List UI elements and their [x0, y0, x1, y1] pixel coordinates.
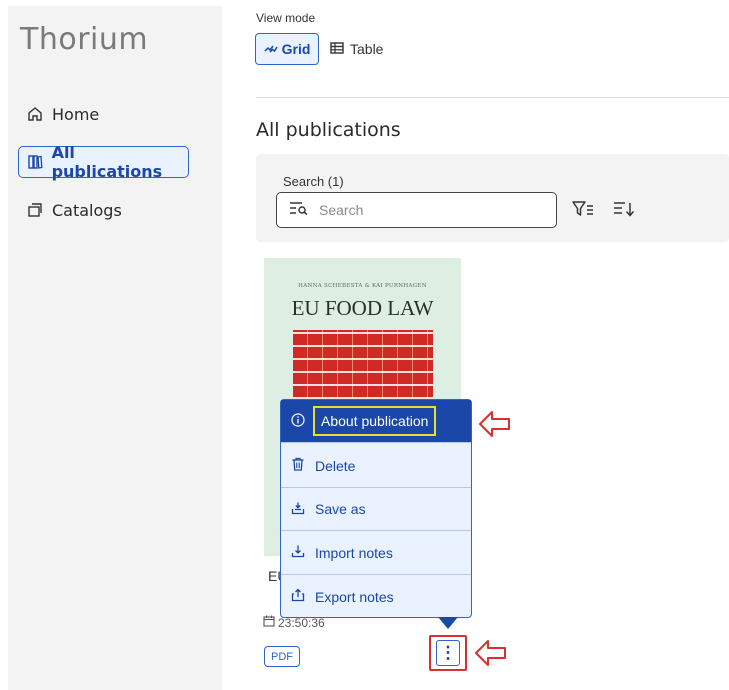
- cover-artwork: [293, 330, 433, 408]
- menu-item-import-notes[interactable]: Import notes: [281, 531, 471, 575]
- divider: [256, 97, 729, 98]
- catalogs-icon: [26, 201, 44, 219]
- sidebar-item-label: Home: [52, 104, 100, 124]
- grid-view-label: Grid: [281, 41, 311, 57]
- cover-author: HANNA SCHEBESTA & KAI PURNHAGEN: [298, 283, 427, 289]
- save-icon: [291, 501, 305, 518]
- sidebar-item-home[interactable]: Home: [18, 98, 107, 130]
- menu-item-label: Delete: [315, 457, 356, 474]
- publication-menu-button[interactable]: ⋮: [429, 635, 467, 671]
- more-options-icon: ⋮: [436, 640, 460, 666]
- sidebar-item-catalogs[interactable]: Catalogs: [18, 194, 130, 226]
- menu-item-about-publication[interactable]: About publication: [281, 400, 471, 443]
- search-icon: [289, 201, 311, 220]
- calendar-icon: [263, 615, 275, 630]
- view-mode-label: View mode: [256, 11, 316, 25]
- table-view-button[interactable]: Table: [330, 33, 383, 65]
- menu-item-delete[interactable]: Delete: [281, 444, 471, 488]
- menu-item-label: About publication: [313, 406, 437, 436]
- table-view-label: Table: [350, 41, 384, 57]
- grid-view-button[interactable]: Grid: [255, 33, 319, 65]
- menu-item-export-notes[interactable]: Export notes: [281, 575, 471, 618]
- trash-icon: [291, 457, 305, 474]
- library-icon: [27, 153, 44, 171]
- page-title: All publications: [256, 119, 401, 141]
- menu-item-label: Import notes: [315, 544, 393, 561]
- publication-context-menu: About publication Delete Save as Import …: [280, 399, 472, 618]
- annotation-arrow-icon: [479, 411, 510, 437]
- menu-pointer: [438, 617, 458, 629]
- sidebar-item-label: All publications: [51, 143, 163, 181]
- sort-button[interactable]: [611, 198, 637, 224]
- filter-button[interactable]: [570, 198, 596, 224]
- grid-icon: [264, 41, 278, 57]
- filter-icon: [571, 200, 595, 223]
- search-field[interactable]: [276, 192, 557, 228]
- table-icon: [330, 41, 344, 57]
- app-title: Thorium: [20, 22, 149, 57]
- menu-item-label: Save as: [315, 501, 366, 517]
- cover-title: EU FOOD LAW: [291, 296, 434, 320]
- sidebar-item-label: Catalogs: [52, 200, 122, 220]
- sidebar-item-all-publications[interactable]: All publications: [18, 143, 189, 181]
- import-icon: [291, 544, 305, 561]
- format-badge: PDF: [264, 646, 300, 667]
- export-icon: [291, 588, 305, 605]
- info-icon: [291, 412, 305, 430]
- search-label: Search (1): [283, 174, 344, 189]
- menu-item-label: Export notes: [315, 588, 394, 605]
- home-icon: [26, 105, 44, 123]
- sort-icon: [612, 200, 636, 223]
- annotation-arrow-icon: [475, 640, 506, 666]
- search-input[interactable]: [319, 202, 539, 218]
- menu-item-save-as[interactable]: Save as: [281, 488, 471, 531]
